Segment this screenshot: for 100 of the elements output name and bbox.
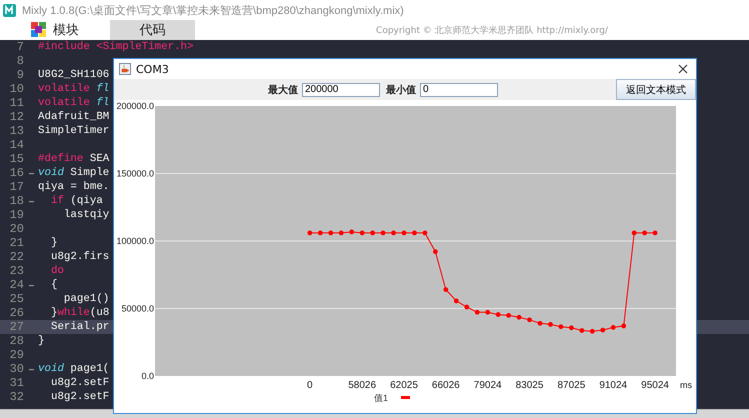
code-line: Serial.pr: [50, 321, 110, 333]
close-icon: [676, 62, 690, 76]
code-line: lastqiy: [62, 209, 110, 221]
data-point: [328, 230, 334, 236]
data-point: [568, 325, 574, 330]
line-number: 18: [8, 194, 24, 208]
y-tick-label: 200000.0: [116, 101, 154, 111]
x-tick-label: 0: [307, 380, 313, 391]
code-line: u8g2.setF: [50, 377, 110, 389]
line-number: 25: [8, 292, 24, 306]
x-tick-label: 58026: [348, 380, 376, 391]
code-line: void page1(: [38, 363, 110, 375]
code-line: u8g2.setF: [50, 391, 110, 403]
data-point: [610, 325, 616, 330]
copyright-text: Copyright © 北京师范大学米思齐团队 http://mixly.org/: [376, 24, 608, 36]
line-number: 21: [8, 236, 24, 250]
line-number: 10: [8, 82, 24, 96]
min-value-field[interactable]: 0: [420, 82, 498, 96]
data-point: [485, 310, 490, 315]
line-number: 28: [8, 334, 24, 348]
fold-icon[interactable]: [28, 368, 34, 370]
field-label: 最大值: [268, 84, 298, 96]
code-line: #define SEA: [38, 153, 110, 165]
data-point: [443, 287, 448, 292]
data-point: [527, 317, 532, 322]
line-number: 29: [8, 348, 24, 362]
data-point: [380, 230, 386, 236]
data-point: [349, 230, 354, 234]
data-point: [506, 312, 511, 318]
x-tick-label: 83025: [516, 380, 544, 391]
dialog-title: COM3: [136, 62, 170, 76]
fold-icon[interactable]: [28, 200, 34, 202]
data-point: [422, 230, 428, 236]
max-value-field[interactable]: 200000: [302, 82, 380, 96]
line-number: 27: [8, 320, 24, 334]
fold-icon[interactable]: [28, 172, 34, 174]
data-point: [307, 230, 312, 236]
code-line: {: [50, 279, 58, 291]
data-point: [464, 304, 470, 310]
data-point: [538, 320, 542, 326]
data-point: [642, 230, 648, 236]
code-line: volatile fl: [38, 97, 110, 109]
code-line: }: [50, 237, 58, 249]
line-number: 12: [8, 110, 24, 124]
line-number: 31: [8, 376, 24, 390]
x-tick-label: 66026: [432, 380, 460, 391]
code-line: #include <SimpleTimer.h>: [38, 41, 194, 53]
data-point: [600, 328, 606, 332]
axis-unit: ms: [680, 380, 692, 390]
line-number: 20: [8, 222, 24, 236]
line-number: 11: [8, 96, 24, 110]
data-point: [402, 230, 406, 236]
line-number: 14: [8, 138, 24, 152]
data-point: [548, 322, 553, 327]
data-point: [632, 230, 637, 236]
data-point: [652, 230, 658, 236]
line-number: 17: [8, 180, 24, 194]
code-line: SimpleTimer: [38, 125, 110, 137]
line-number: 30: [8, 362, 24, 376]
line-number: 32: [8, 390, 24, 404]
data-point: [412, 230, 417, 236]
data-point: [432, 249, 438, 254]
code-line: Adafruit_BM: [38, 111, 110, 123]
field-label: 最小值: [386, 84, 416, 96]
data-point: [558, 324, 564, 330]
line-number: 9: [16, 68, 24, 82]
line-number: 16: [8, 166, 24, 180]
text-mode-button[interactable]: 返回文本模式: [616, 79, 696, 100]
line-number: 15: [8, 152, 24, 166]
data-point: [496, 312, 501, 317]
data-point: [338, 230, 344, 236]
data-point: [360, 230, 365, 236]
puzzle-blocks-icon: [31, 22, 47, 38]
line-number: 26: [8, 306, 24, 320]
code-line: qiya = bme.: [38, 181, 110, 193]
cup-icon: [119, 63, 131, 75]
data-point: [590, 328, 595, 334]
data-point: [474, 310, 480, 315]
window-title: Mixly 1.0.8(G:\桌面文件\写文章\掌控未来智造营\bmp280\zhangkong\mixly.mix): [22, 4, 404, 18]
close-button[interactable]: [676, 62, 690, 76]
data-point: [621, 324, 626, 328]
x-tick-label: 95024: [641, 380, 669, 391]
data-point: [370, 230, 375, 236]
data-point: [318, 230, 323, 236]
y-tick-label: 100000.0: [116, 236, 154, 246]
data-point: [454, 298, 459, 304]
data-point: [516, 314, 522, 320]
fold-icon[interactable]: [28, 284, 34, 286]
tab[interactable]: 代码: [110, 20, 195, 40]
x-tick-label: 62025: [390, 380, 418, 391]
x-tick-label: 91024: [599, 380, 628, 391]
code-line: }while(u8: [50, 307, 110, 319]
line-number: 24: [8, 278, 24, 292]
code-line: U8G2_SH1106: [38, 69, 110, 81]
code-line: }: [38, 335, 44, 347]
y-tick-label: 50000.0: [121, 304, 154, 314]
y-tick-label: 150000.0: [116, 168, 154, 178]
x-tick-label: 87025: [557, 380, 586, 391]
x-tick-label: 79024: [474, 380, 502, 391]
line-number: 13: [8, 124, 24, 138]
